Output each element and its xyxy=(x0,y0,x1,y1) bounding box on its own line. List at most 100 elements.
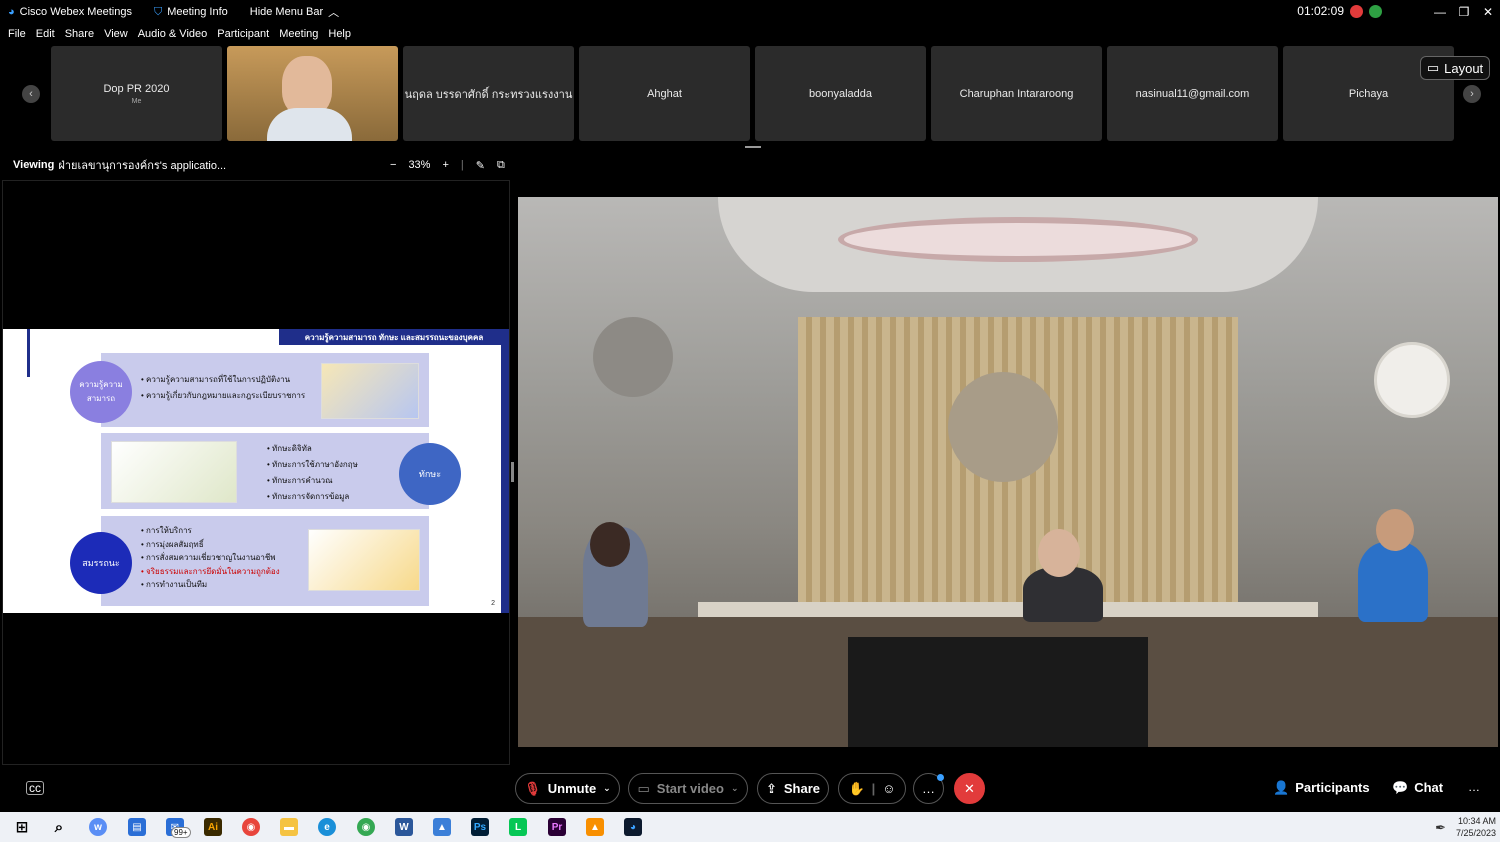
annotate-icon[interactable]: ✎ xyxy=(476,159,485,172)
webex-logo-icon: ◕ xyxy=(8,6,15,18)
menu-help[interactable]: Help xyxy=(328,28,351,40)
bullet: • ทักษะการจัดการข้อมูล xyxy=(267,492,350,501)
participant-name: Ahghat xyxy=(647,87,682,100)
restore-icon[interactable]: ❐ xyxy=(1452,5,1476,19)
premiere-icon[interactable]: Pr xyxy=(548,818,566,836)
record-icon[interactable] xyxy=(1350,4,1363,18)
skills-bullets: • ทักษะดิจิทัล • ทักษะการใช้ภาษาอังกฤษ •… xyxy=(267,441,358,505)
separator: | xyxy=(871,781,876,796)
knowledge-circle: ความรู้ความสามารถ xyxy=(70,361,132,423)
zoom-out-icon[interactable]: − xyxy=(390,159,396,171)
viewing-label: Viewing xyxy=(13,159,55,171)
books-illustration xyxy=(321,363,419,419)
participant-strip: ‹ Dop PR 2020 Me นฤดล บรรดาศักดิ์ กระทรว… xyxy=(0,44,1500,144)
participant-tile[interactable]: นฤดล บรรดาศักดิ์ กระทรวงแรงงาน xyxy=(403,46,574,141)
menu-meeting[interactable]: Meeting xyxy=(279,28,318,40)
folder-icon[interactable]: ▬ xyxy=(280,818,298,836)
widgets-icon[interactable]: w xyxy=(89,818,107,836)
bullet-text: ทักษะการจัดการข้อมูล xyxy=(272,492,350,501)
system-clock[interactable]: 10:34 AM 7/25/2023 xyxy=(1456,815,1496,839)
chrome-icon[interactable]: ◉ xyxy=(242,818,260,836)
active-speaker-video[interactable] xyxy=(518,197,1498,747)
participant-tile[interactable]: Charuphan Intararoong xyxy=(931,46,1102,141)
scroll-right-button[interactable]: › xyxy=(1463,85,1481,103)
close-icon[interactable]: ✕ xyxy=(1476,5,1500,19)
end-call-button[interactable]: ✕ xyxy=(954,773,985,804)
participant-tile[interactable]: nasinual11@gmail.com xyxy=(1107,46,1278,141)
participant-name: Pichaya xyxy=(1348,87,1389,100)
search-icon[interactable]: ⌕ xyxy=(50,818,68,836)
shield-icon: ⛉ xyxy=(153,5,163,18)
slide-right-band xyxy=(501,345,509,613)
chevron-down-icon: ⌄ xyxy=(730,783,739,793)
bullet-text: ความรู้เกี่ยวกับกฎหมายและกฎระเบียบราชการ xyxy=(146,391,306,400)
chrome-profile-icon[interactable]: ◉ xyxy=(357,818,375,836)
captions-icon[interactable]: cc xyxy=(26,781,44,795)
strip-resize-handle[interactable] xyxy=(745,146,761,148)
webex-taskbar-icon[interactable]: ◕ xyxy=(624,818,642,836)
menu-file[interactable]: File xyxy=(8,28,26,40)
raise-hand-icon[interactable]: ✋ xyxy=(848,781,864,797)
participant-sub: Me xyxy=(131,97,142,105)
menu-bar: File Edit Share View Audio & Video Parti… xyxy=(0,24,1500,44)
participant-tile[interactable]: Dop PR 2020 Me xyxy=(51,46,222,141)
competency-circle: สมรรถนะ xyxy=(70,532,132,594)
chat-label: Chat xyxy=(1414,780,1444,795)
pop-out-icon[interactable]: ⧉ xyxy=(497,159,505,172)
hide-menu-bar-button[interactable]: Hide Menu Bar ︿ xyxy=(250,4,339,20)
windows-start-icon[interactable]: ⊞ xyxy=(13,818,31,836)
photoshop-icon[interactable]: Ps xyxy=(471,818,489,836)
bullet-text: ทักษะดิจิทัล xyxy=(272,444,312,453)
participants-icon: 👤 xyxy=(1273,780,1290,795)
meeting-controls: cc 🎙 Unmute ⌄ ▭ Start video ⌄ ⇪ Share ✋ … xyxy=(0,768,1500,810)
zoom-level: 33% xyxy=(408,159,431,171)
store-icon[interactable]: ▤ xyxy=(128,818,146,836)
start-video-button[interactable]: ▭ Start video ⌄ xyxy=(628,773,748,804)
photos-icon[interactable]: ▲ xyxy=(433,818,451,836)
share-button[interactable]: ⇪ Share xyxy=(757,773,829,804)
layout-button[interactable]: ▭ Layout xyxy=(1420,56,1490,80)
participant-name: Dop PR 2020 xyxy=(103,82,170,95)
illustrator-icon[interactable]: Ai xyxy=(204,818,222,836)
pen-icon[interactable]: ✒ xyxy=(1435,820,1446,836)
bullet: • ความรู้ความสามารถที่ใช้ในการปฏิบัติงาน xyxy=(141,375,291,384)
bullet-text: ทักษะการใช้ภาษาอังกฤษ xyxy=(272,460,358,469)
menu-audio-video[interactable]: Audio & Video xyxy=(138,28,208,40)
menu-share[interactable]: Share xyxy=(65,28,94,40)
panel-splitter[interactable] xyxy=(511,462,514,482)
meeting-info-button[interactable]: ⛉ Meeting Info xyxy=(154,6,228,19)
participant-tile[interactable]: boonyaladda xyxy=(755,46,926,141)
start-video-label: Start video xyxy=(656,781,724,796)
network-health-icon[interactable] xyxy=(1369,4,1382,18)
menu-edit[interactable]: Edit xyxy=(36,28,55,40)
hide-menu-label: Hide Menu Bar xyxy=(249,6,324,18)
minimize-icon[interactable]: — xyxy=(1428,5,1452,19)
bullet: • ความรู้เกี่ยวกับกฎหมายและกฎระเบียบราชก… xyxy=(141,391,306,400)
participants-button[interactable]: 👤 Participants xyxy=(1273,780,1370,796)
reactions-group: ✋ | ☺ xyxy=(838,773,906,804)
vlc-icon[interactable]: ▲ xyxy=(586,818,604,836)
zoom-in-icon[interactable]: + xyxy=(442,159,448,171)
participant-video-tile[interactable] xyxy=(227,46,398,141)
layout-label: Layout xyxy=(1444,60,1484,76)
scroll-left-button[interactable]: ‹ xyxy=(22,85,40,103)
line-icon[interactable]: L xyxy=(509,818,527,836)
person-center-head xyxy=(1038,529,1080,577)
unmute-button[interactable]: 🎙 Unmute ⌄ xyxy=(515,773,620,804)
more-panels-icon[interactable]: … xyxy=(1468,780,1480,794)
edge-icon[interactable]: e xyxy=(318,818,336,836)
viewing-name: ฝ่ายเลขานุการองค์กร's applicatio... xyxy=(58,160,227,172)
chevron-up-icon: ︿ xyxy=(328,7,340,19)
menu-participant[interactable]: Participant xyxy=(217,28,269,40)
word-icon[interactable]: W xyxy=(395,818,413,836)
chat-button[interactable]: 💬 Chat xyxy=(1392,780,1443,796)
reaction-icon[interactable]: ☺ xyxy=(882,781,895,796)
timer-text: 01:02:09 xyxy=(1297,4,1344,18)
clock-time: 10:34 AM xyxy=(1457,816,1496,826)
presentation-slide: ความรู้ความสามารถ ทักษะ และสมรรถนะของบุค… xyxy=(3,329,509,613)
chat-icon: 💬 xyxy=(1392,780,1409,795)
bullet-text: การสั่งสมความเชี่ยวชาญในงานอาชีพ xyxy=(146,553,276,562)
participant-tile[interactable]: Ahghat xyxy=(579,46,750,141)
share-label: Share xyxy=(783,781,821,796)
menu-view[interactable]: View xyxy=(104,28,128,40)
